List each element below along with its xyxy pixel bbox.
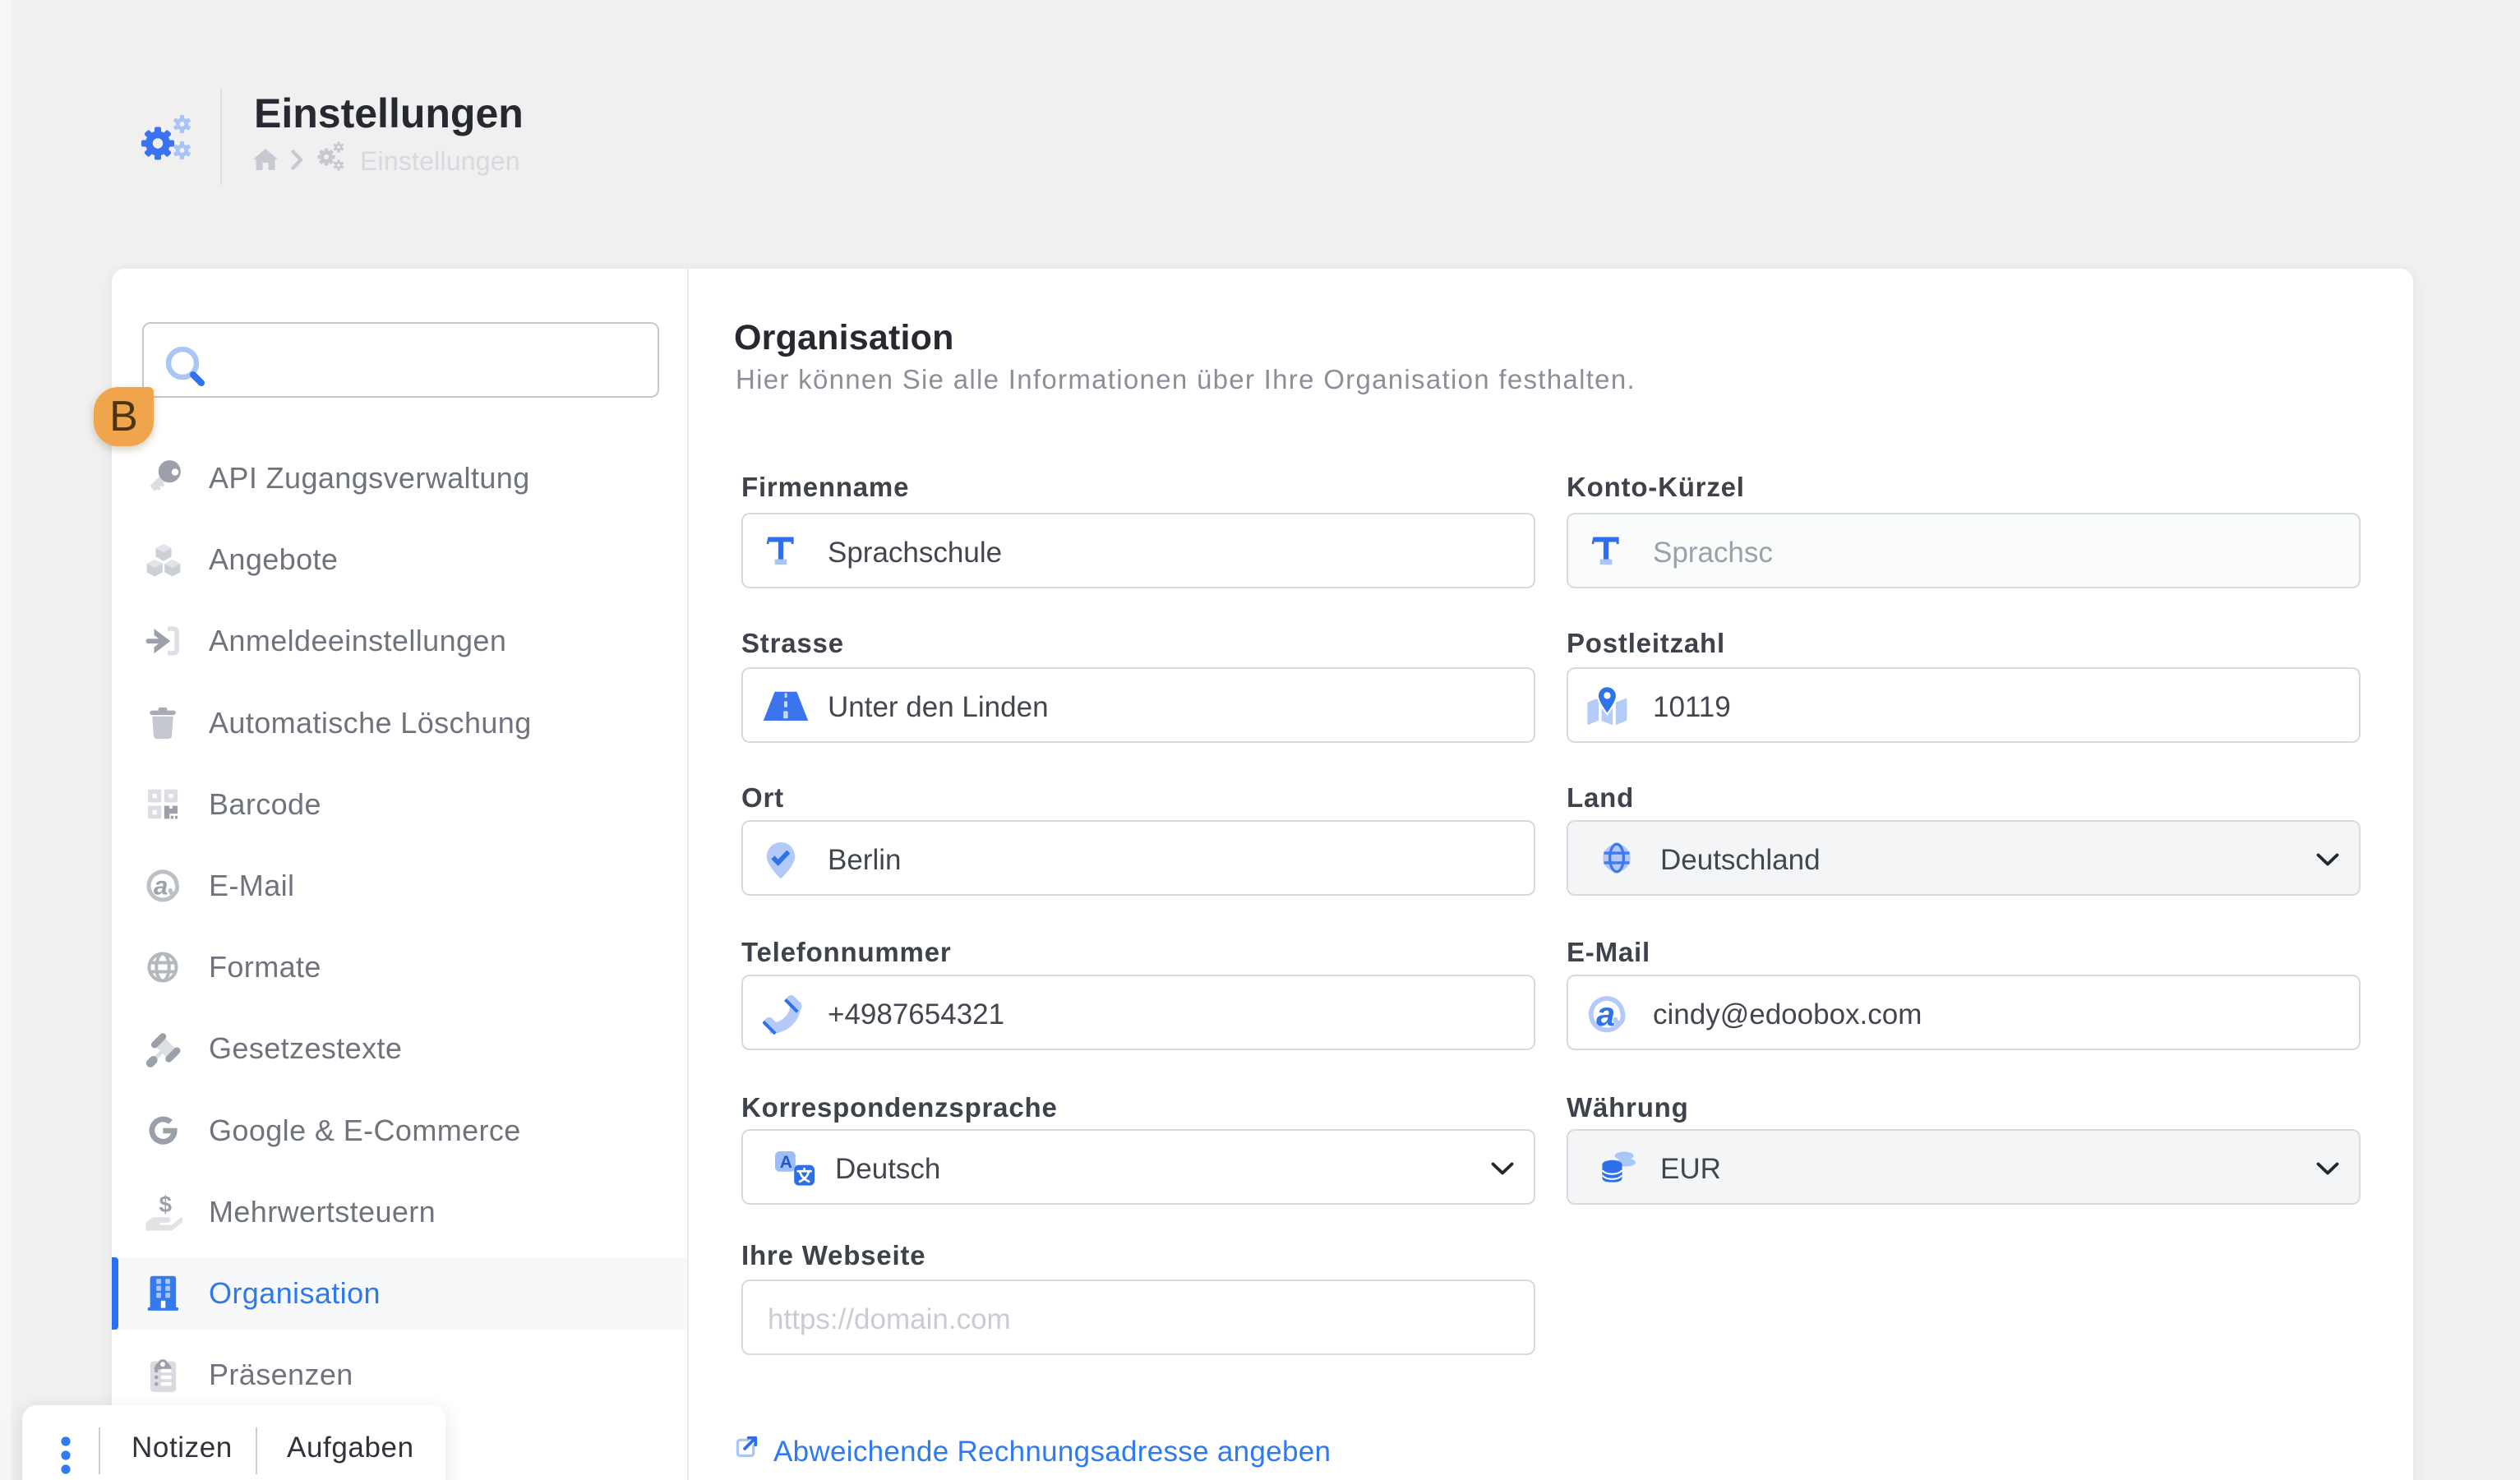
svg-text:a: a — [1596, 995, 1615, 1033]
svg-text:a: a — [154, 872, 168, 901]
svg-text:A: A — [780, 1153, 792, 1172]
svg-text:$: $ — [159, 1194, 172, 1217]
